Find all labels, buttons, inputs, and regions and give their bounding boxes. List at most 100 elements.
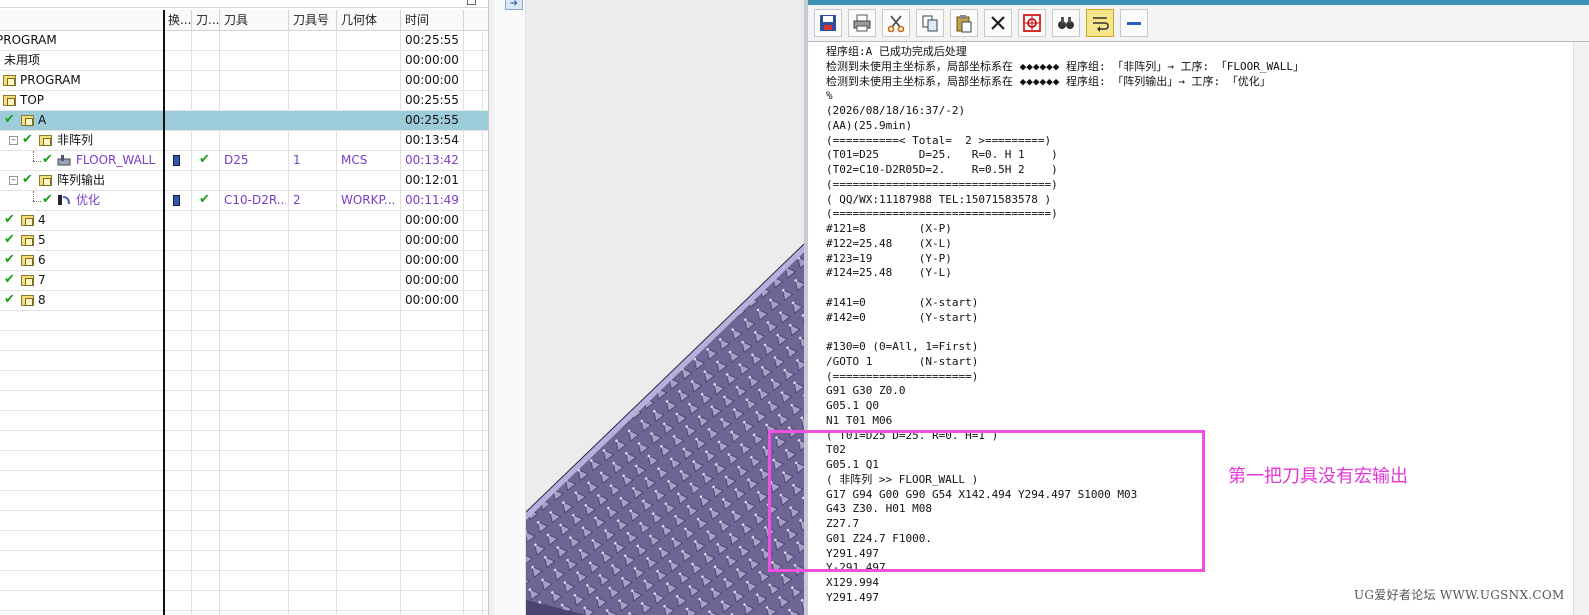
row-name: 5: [38, 233, 46, 247]
row-geometry: MCS: [341, 153, 368, 167]
row-time: 00:25:55: [405, 93, 459, 107]
complete-check-icon: ✔: [4, 212, 15, 227]
row-name: 8: [38, 293, 46, 307]
column-header-geometry[interactable]: 几何体: [337, 10, 401, 31]
tree-row-a[interactable]: ✔ A 00:25:55: [0, 111, 488, 131]
delete-icon[interactable]: [984, 9, 1012, 37]
listing-line: (==========< Total= 2 >=========): [826, 133, 1052, 147]
row-name: PROGRAM: [20, 73, 81, 87]
print-icon[interactable]: [848, 9, 876, 37]
listing-line: (AA)(25.9min): [826, 118, 913, 132]
row-name: 非阵列: [57, 133, 94, 147]
complete-check-icon: ✔: [4, 232, 15, 247]
empty-row: [0, 391, 488, 411]
row-name: 4: [38, 213, 46, 227]
complete-check-icon: ✔: [4, 252, 15, 267]
listing-line: (=====================): [826, 369, 979, 383]
empty-row: [0, 491, 488, 511]
column-header-time[interactable]: 时间: [401, 10, 464, 31]
find-icon[interactable]: [1052, 9, 1080, 37]
paste-icon[interactable]: [950, 9, 978, 37]
empty-row: [0, 591, 488, 611]
row-time: 00:00:00: [405, 73, 459, 87]
column-header-toolchange[interactable]: 换...: [164, 10, 192, 31]
tree-row-7[interactable]: ✔ 7 00:00:00: [0, 271, 488, 291]
listing-line: G05.1 Q0: [826, 399, 879, 412]
row-name: 阵列输出: [57, 173, 106, 187]
floor-wall-operation-icon: [57, 155, 71, 166]
row-time: 00:13:54: [405, 133, 459, 147]
empty-row: [0, 331, 488, 351]
column-header-path[interactable]: 刀...: [192, 10, 220, 31]
resource-bar: [494, 0, 526, 615]
listing-line: ( QQ/WX:11187988 TEL:15071583578 ): [826, 192, 1052, 206]
tree-row-8[interactable]: ✔ 8 00:00:00: [0, 291, 488, 311]
arrow-right-icon[interactable]: ➜: [505, 0, 523, 10]
listing-line: G91 G30 Z0.0: [826, 384, 906, 398]
tree-row-floor-wall[interactable]: ✔ FLOOR_WALL ✔ D25 1 MCS 00:13:42: [0, 151, 488, 171]
name-column-divider[interactable]: [163, 10, 165, 615]
row-time: 00:11:49: [405, 193, 459, 207]
column-header-tool[interactable]: 刀具: [220, 10, 289, 31]
empty-row: [0, 451, 488, 471]
empty-row: [0, 551, 488, 571]
program-group-icon: [39, 135, 52, 146]
copy-icon[interactable]: [916, 9, 944, 37]
graphics-viewport[interactable]: [526, 0, 804, 615]
column-header-name[interactable]: [0, 10, 164, 31]
save-icon[interactable]: [814, 9, 842, 37]
listing-line: [826, 281, 1586, 296]
row-name: FLOOR_WALL: [76, 153, 156, 167]
wrap-icon[interactable]: [1086, 9, 1114, 37]
minimize-icon[interactable]: [1120, 9, 1148, 37]
annotation-note: 第一把刀具没有宏输出: [1228, 466, 1408, 487]
column-header-tool-number[interactable]: 刀具号: [289, 10, 337, 31]
cut-icon[interactable]: [882, 9, 910, 37]
tree-row-top[interactable]: TOP 00:25:55: [0, 91, 488, 111]
tree-connector: [33, 201, 41, 202]
tree-row-program[interactable]: PROGRAM 00:00:00: [0, 71, 488, 91]
tree-row-5[interactable]: ✔ 5 00:00:00: [0, 231, 488, 251]
collapse-icon[interactable]: –: [9, 136, 18, 145]
row-time: 00:00:00: [405, 213, 459, 227]
navigator-header: 换... 刀... 刀具 刀具号 几何体 时间: [0, 10, 488, 31]
target-icon[interactable]: [1018, 9, 1046, 37]
restore-icon[interactable]: [467, 0, 476, 5]
tool-change-icon: [173, 155, 180, 166]
path-ok-check-icon: ✔: [199, 192, 210, 207]
listing-line: (2026/08/18/16:37/-2): [826, 104, 966, 117]
tree-row-6[interactable]: ✔ 6 00:00:00: [0, 251, 488, 271]
empty-row: [0, 511, 488, 531]
row-name: 优化: [76, 193, 101, 207]
row-name: PROGRAM: [0, 33, 57, 47]
empty-row: [0, 571, 488, 591]
row-time: 00:12:01: [405, 173, 459, 187]
tree-row-unused[interactable]: 未用项 00:00:00: [0, 51, 488, 71]
part-model-graphic: [526, 243, 804, 615]
tree-row-non-array[interactable]: – ✔ 非阵列 00:13:54: [0, 131, 488, 151]
highlight-box: [768, 430, 1205, 572]
empty-row: [0, 411, 488, 431]
tree-row-4[interactable]: ✔ 4 00:00:00: [0, 211, 488, 231]
listing-line: (T01=D25 D=25. R=0. H 1 ): [826, 148, 1058, 162]
row-tool-number: 2: [293, 193, 301, 207]
complete-check-icon: ✔: [42, 152, 53, 167]
listing-toolbar: [808, 5, 1589, 42]
listing-line: (T02=C10-D2R05D=2. R=0.5H 2 ): [826, 163, 1058, 176]
tree-connector: [33, 191, 34, 201]
program-group-icon: [3, 95, 16, 106]
program-group-icon: [21, 255, 34, 266]
row-tool-number: 1: [293, 153, 301, 167]
listing-line: 检测到未使用主坐标系，局部坐标系在 ◆◆◆◆◆◆ 程序组: 「非阵列」→ 工序:…: [826, 59, 1304, 73]
empty-row: [0, 311, 488, 331]
listing-line: %: [826, 89, 833, 103]
program-group-icon: [39, 175, 52, 186]
listing-scrollbar[interactable]: [1573, 42, 1589, 615]
tree-row-array-output[interactable]: – ✔ 阵列输出 00:12:01: [0, 171, 488, 191]
row-name: A: [38, 113, 47, 127]
collapse-icon[interactable]: –: [9, 176, 18, 185]
program-group-icon: [3, 75, 16, 86]
tree-row-program-root[interactable]: PROGRAM 00:25:55: [0, 31, 488, 51]
tree-row-optimize[interactable]: ✔ 优化 ✔ C10-D2R... 2 WORKP... 00:11:49: [0, 191, 488, 211]
row-time: 00:25:55: [405, 33, 459, 47]
